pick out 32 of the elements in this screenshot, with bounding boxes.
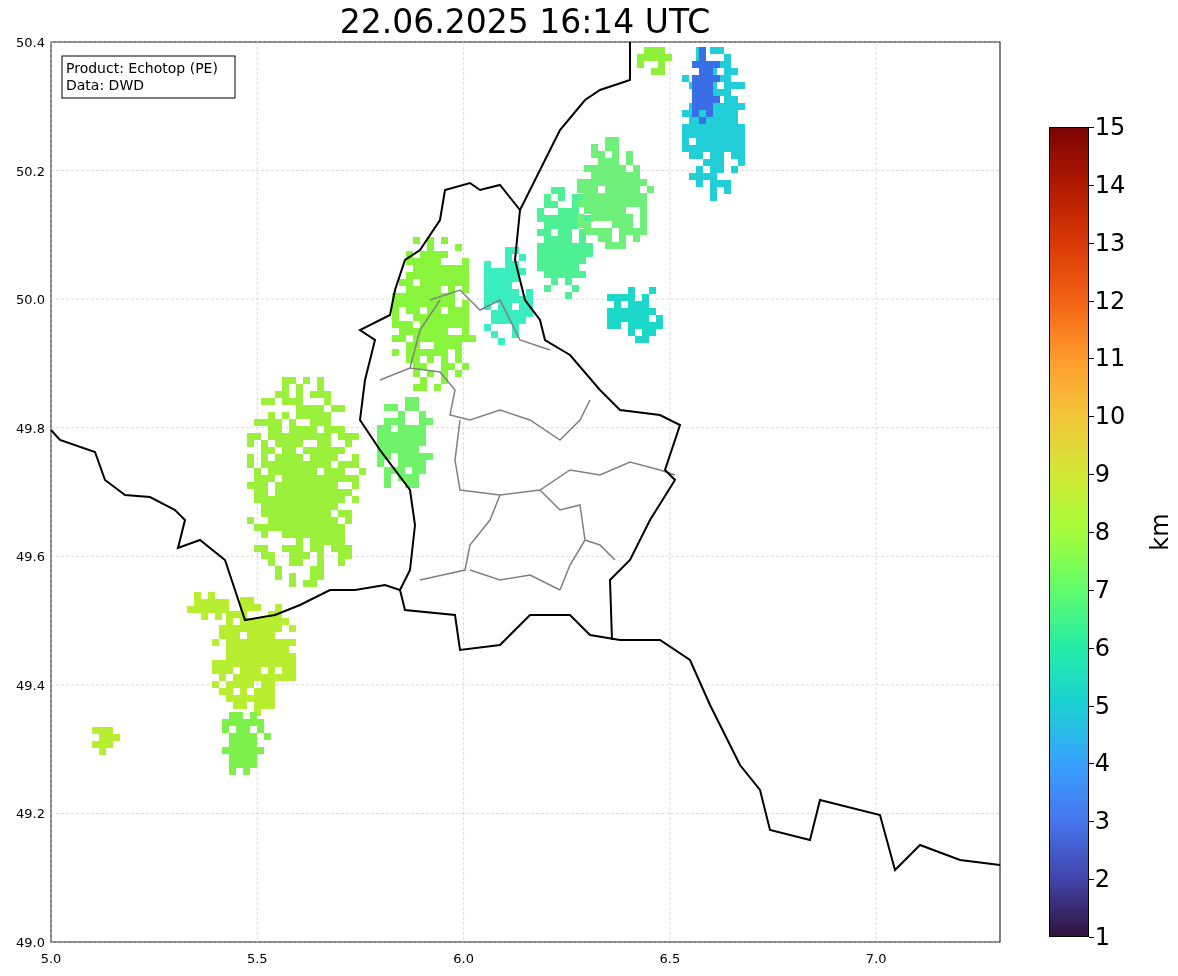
chart-title: 22.06.2025 16:14 UTC [338,1,712,34]
colorbar-tick-label: 7 [1094,577,1110,602]
x-tick-label: 6.0 [453,951,474,966]
y-tick-label: 49.6 [16,549,45,565]
x-tick-label: 5.5 [246,951,268,966]
x-tick-label: 7.0 [865,951,887,966]
colorbar-tick-label: 5 [1094,693,1110,718]
legend-text: Product: Echotop (PE) [66,60,218,76]
colorbar-tick-label: 3 [1094,809,1110,834]
colorbar-tick-label: 4 [1094,751,1110,776]
y-tick-label: 49.0 [16,935,45,950]
colorbar-tick-label: 10 [1094,404,1126,429]
y-tick-label: 50.0 [16,292,45,308]
y-tick-label: 49.2 [16,806,45,822]
colorbar-tick-label: 8 [1094,520,1110,544]
colorbar-label: km [1145,513,1174,551]
y-tick-label: 49.4 [16,677,45,693]
x-tick-label: 6.5 [659,951,681,966]
colorbar-tick-label: 9 [1094,462,1110,487]
colorbar-tick-label: 1 [1094,925,1110,949]
x-tick-label: 5.0 [40,951,62,966]
colorbar-tick-label: 6 [1094,635,1110,660]
y-tick-label: 50.4 [16,35,45,50]
colorbar-tick-label: 12 [1094,288,1126,313]
y-tick-label: 49.8 [16,420,45,436]
colorbar-tick-label: 11 [1094,346,1126,371]
colorbar-tick-label: 15 [1094,115,1126,139]
legend-text: Data: DWD [66,77,144,93]
colorbar-tick-label: 14 [1094,172,1126,197]
colorbar-tick-label: 13 [1094,230,1126,255]
colorbar-tick-label: 2 [1094,867,1110,892]
y-tick-label: 50.2 [16,163,45,179]
